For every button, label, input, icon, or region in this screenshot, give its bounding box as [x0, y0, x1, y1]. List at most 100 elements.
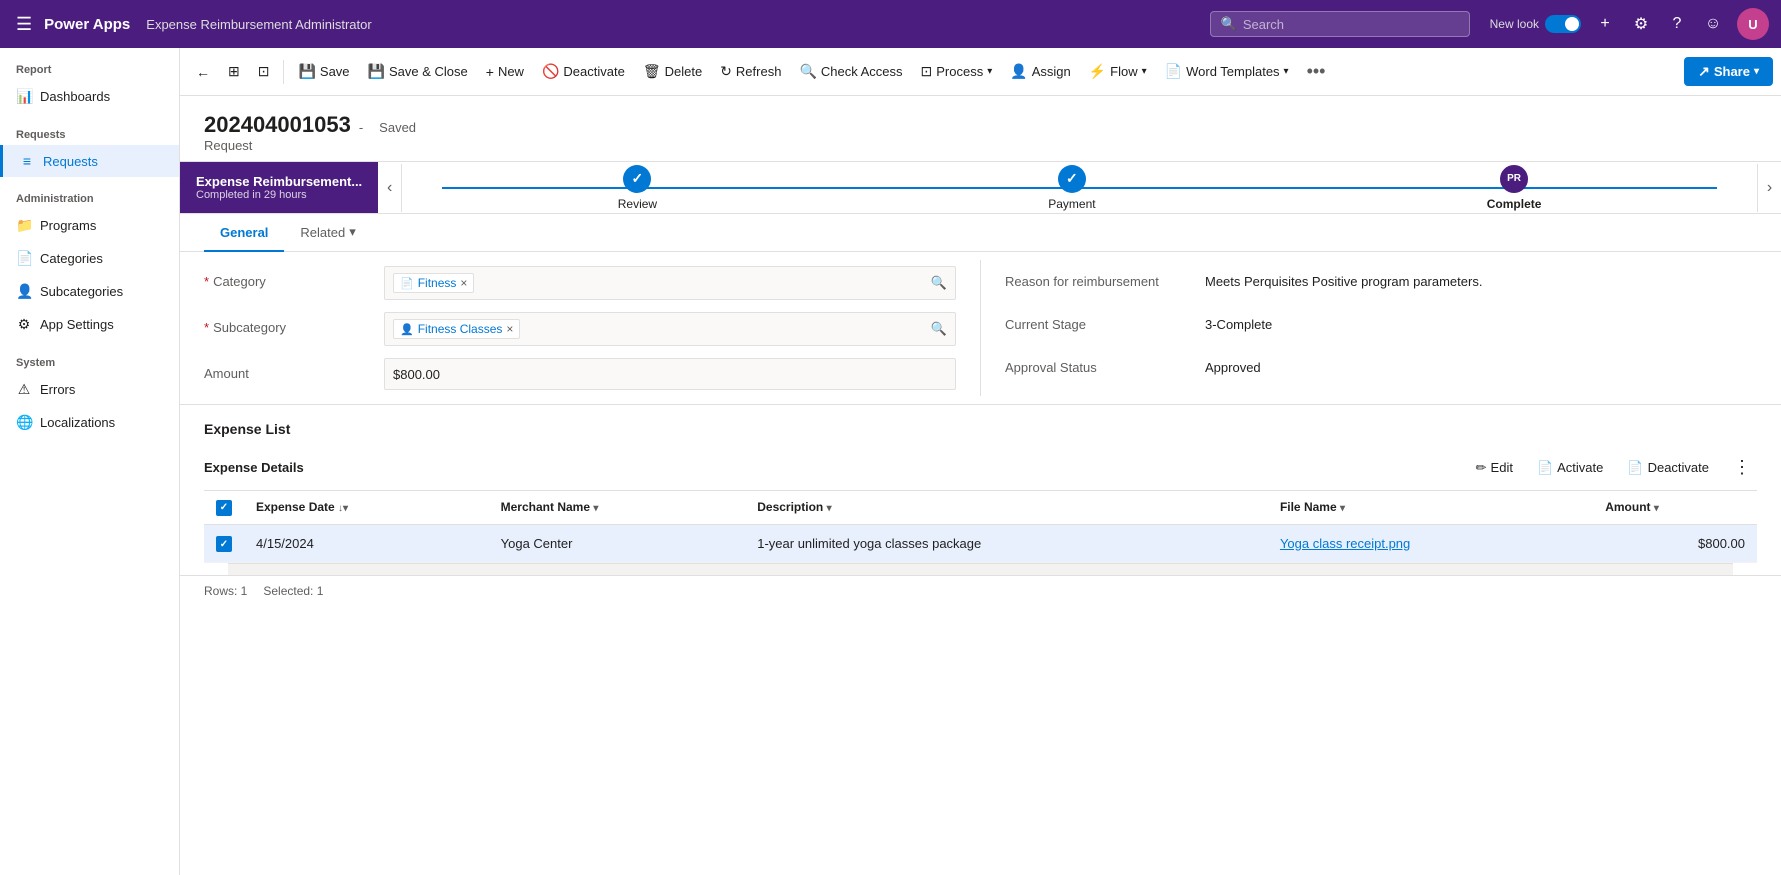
stage-label-review: Review: [618, 197, 657, 211]
subcategory-search-icon[interactable]: 🔍: [931, 321, 947, 337]
stage-bar: Expense Reimbursement... Completed in 29…: [180, 162, 1781, 214]
expense-table: Expense Date ↓▾ Merchant Name ▾ Descript…: [204, 491, 1757, 563]
amount-value[interactable]: $800.00: [384, 358, 956, 390]
row-checkbox[interactable]: [216, 536, 232, 552]
layout-button[interactable]: ⊞: [220, 57, 248, 86]
row-merchant-name: Yoga Center: [489, 524, 746, 563]
expense-more-button[interactable]: ⋮: [1727, 453, 1757, 482]
toolbar: ← ⊞ ⊡ 💾 Save 💾 Save & Close + New �: [180, 48, 1781, 96]
check-access-icon: 🔍: [799, 63, 816, 80]
sidebar-item-subcategories[interactable]: 👤 Subcategories: [0, 275, 179, 308]
back-button[interactable]: ←: [188, 58, 218, 86]
more-button[interactable]: •••: [1299, 55, 1334, 88]
expense-more-icon: ⋮: [1733, 457, 1751, 478]
stage-arrow-right[interactable]: ›: [1757, 164, 1781, 212]
file-name-link[interactable]: Yoga class receipt.png: [1280, 536, 1410, 551]
stage-node-payment: ✓ Payment: [1048, 165, 1095, 211]
stage-arrow-left[interactable]: ‹: [378, 164, 402, 212]
record-id: 202404001053: [204, 112, 351, 138]
requests-icon: ≡: [19, 153, 35, 169]
settings-icon[interactable]: ⚙: [1629, 14, 1653, 34]
categories-icon: 📄: [16, 250, 32, 267]
rows-count: Rows: 1: [204, 584, 247, 598]
sidebar-item-localizations[interactable]: 🌐 Localizations: [0, 406, 179, 439]
tab-general[interactable]: General: [204, 215, 284, 252]
table-footer: Rows: 1 Selected: 1: [180, 575, 1781, 606]
form-row-reason: Reason for reimbursement Meets Perquisit…: [1005, 260, 1757, 303]
stage-circle-complete: PR: [1500, 165, 1528, 193]
category-search-icon[interactable]: 🔍: [931, 275, 947, 291]
assign-button[interactable]: 👤 Assign: [1002, 57, 1078, 86]
col-expense-date[interactable]: Expense Date ↓▾: [244, 491, 489, 524]
new-button[interactable]: + New: [478, 58, 532, 86]
sidebar-item-app-settings[interactable]: ⚙ App Settings: [0, 308, 179, 341]
share-button[interactable]: ↗ Share ▾: [1684, 57, 1773, 86]
activate-button[interactable]: 📄 Activate: [1531, 456, 1609, 480]
hamburger-icon[interactable]: ☰: [12, 10, 36, 39]
approval-status-label: Approval Status: [1005, 352, 1205, 375]
expense-deactivate-label: Deactivate: [1648, 460, 1709, 475]
category-required: *: [204, 274, 209, 289]
sidebar-label-localizations: Localizations: [40, 415, 163, 430]
save-button[interactable]: 💾 Save: [290, 57, 357, 86]
sidebar-section-report: Report: [0, 48, 179, 80]
share-icon: ↗: [1698, 63, 1710, 80]
delete-label: Delete: [665, 64, 703, 79]
stage-node-complete: PR Complete: [1487, 165, 1542, 211]
help-icon[interactable]: ?: [1665, 15, 1689, 33]
save-close-button[interactable]: 💾 Save & Close: [360, 57, 476, 86]
expense-deactivate-button[interactable]: 📄 Deactivate: [1621, 456, 1715, 480]
flow-chevron: ▾: [1142, 66, 1147, 77]
sidebar-item-programs[interactable]: 📁 Programs: [0, 209, 179, 242]
process-button[interactable]: ⊡ Process ▾: [913, 57, 1001, 86]
subcategory-label: * Subcategory: [204, 312, 384, 335]
table-header-checkbox[interactable]: [204, 491, 244, 524]
col-description[interactable]: Description ▾: [745, 491, 1268, 524]
col-amount-label: Amount: [1605, 500, 1650, 514]
activate-label: Activate: [1557, 460, 1603, 475]
errors-icon: ⚠: [16, 381, 32, 398]
row-expense-date: 4/15/2024: [244, 524, 489, 563]
col-amount[interactable]: Amount ▾: [1593, 491, 1757, 524]
category-tag-remove[interactable]: ×: [460, 276, 467, 290]
sort-description: ▾: [827, 503, 832, 514]
plus-icon[interactable]: +: [1593, 15, 1617, 33]
more-icon: •••: [1307, 61, 1326, 82]
check-access-button[interactable]: 🔍 Check Access: [791, 57, 910, 86]
tab-related[interactable]: Related ▾: [284, 214, 371, 252]
table-row[interactable]: 4/15/2024 Yoga Center 1-year unlimited y…: [204, 524, 1757, 563]
col-merchant-name[interactable]: Merchant Name ▾: [489, 491, 746, 524]
new-label: New: [498, 64, 524, 79]
search-bar[interactable]: 🔍: [1210, 11, 1470, 37]
category-value[interactable]: 📄 Fitness × 🔍: [384, 266, 956, 300]
subcategory-value[interactable]: 👤 Fitness Classes × 🔍: [384, 312, 956, 346]
flow-button[interactable]: ⚡ Flow ▾: [1081, 57, 1155, 86]
sort-amount: ▾: [1654, 503, 1659, 514]
refresh-button[interactable]: ↻ Refresh: [712, 57, 789, 86]
row-checkbox-cell[interactable]: [204, 524, 244, 563]
check-access-label: Check Access: [821, 64, 903, 79]
subcategory-tag: 👤 Fitness Classes ×: [393, 319, 520, 339]
subcategory-tag-remove[interactable]: ×: [506, 322, 513, 336]
new-look-switch[interactable]: [1545, 15, 1581, 33]
sidebar-item-dashboards[interactable]: 📊 Dashboards: [0, 80, 179, 113]
edit-button[interactable]: ✏ Edit: [1470, 456, 1519, 480]
sort-expense-date: ↓▾: [338, 503, 348, 514]
horizontal-scrollbar[interactable]: [228, 563, 1733, 575]
word-templates-button[interactable]: 📄 Word Templates ▾: [1157, 57, 1297, 86]
sidebar-item-errors[interactable]: ⚠ Errors: [0, 373, 179, 406]
avatar[interactable]: U: [1737, 8, 1769, 40]
word-templates-label: Word Templates: [1186, 64, 1279, 79]
deactivate-button[interactable]: 🚫 Deactivate: [534, 57, 633, 86]
sidebar-item-requests[interactable]: ≡ Requests: [0, 145, 179, 177]
stage-active[interactable]: Expense Reimbursement... Completed in 29…: [180, 162, 378, 213]
select-all-checkbox[interactable]: [216, 500, 232, 516]
feedback-icon[interactable]: ☺: [1701, 15, 1725, 33]
delete-button[interactable]: 🗑 Delete: [635, 57, 710, 86]
subcategory-tag-text: Fitness Classes: [418, 322, 503, 336]
search-input[interactable]: [1243, 17, 1459, 32]
popup-button[interactable]: ⊡: [250, 57, 278, 86]
col-file-name[interactable]: File Name ▾: [1268, 491, 1593, 524]
sidebar-item-categories[interactable]: 📄 Categories: [0, 242, 179, 275]
edit-icon: ✏: [1476, 460, 1487, 476]
